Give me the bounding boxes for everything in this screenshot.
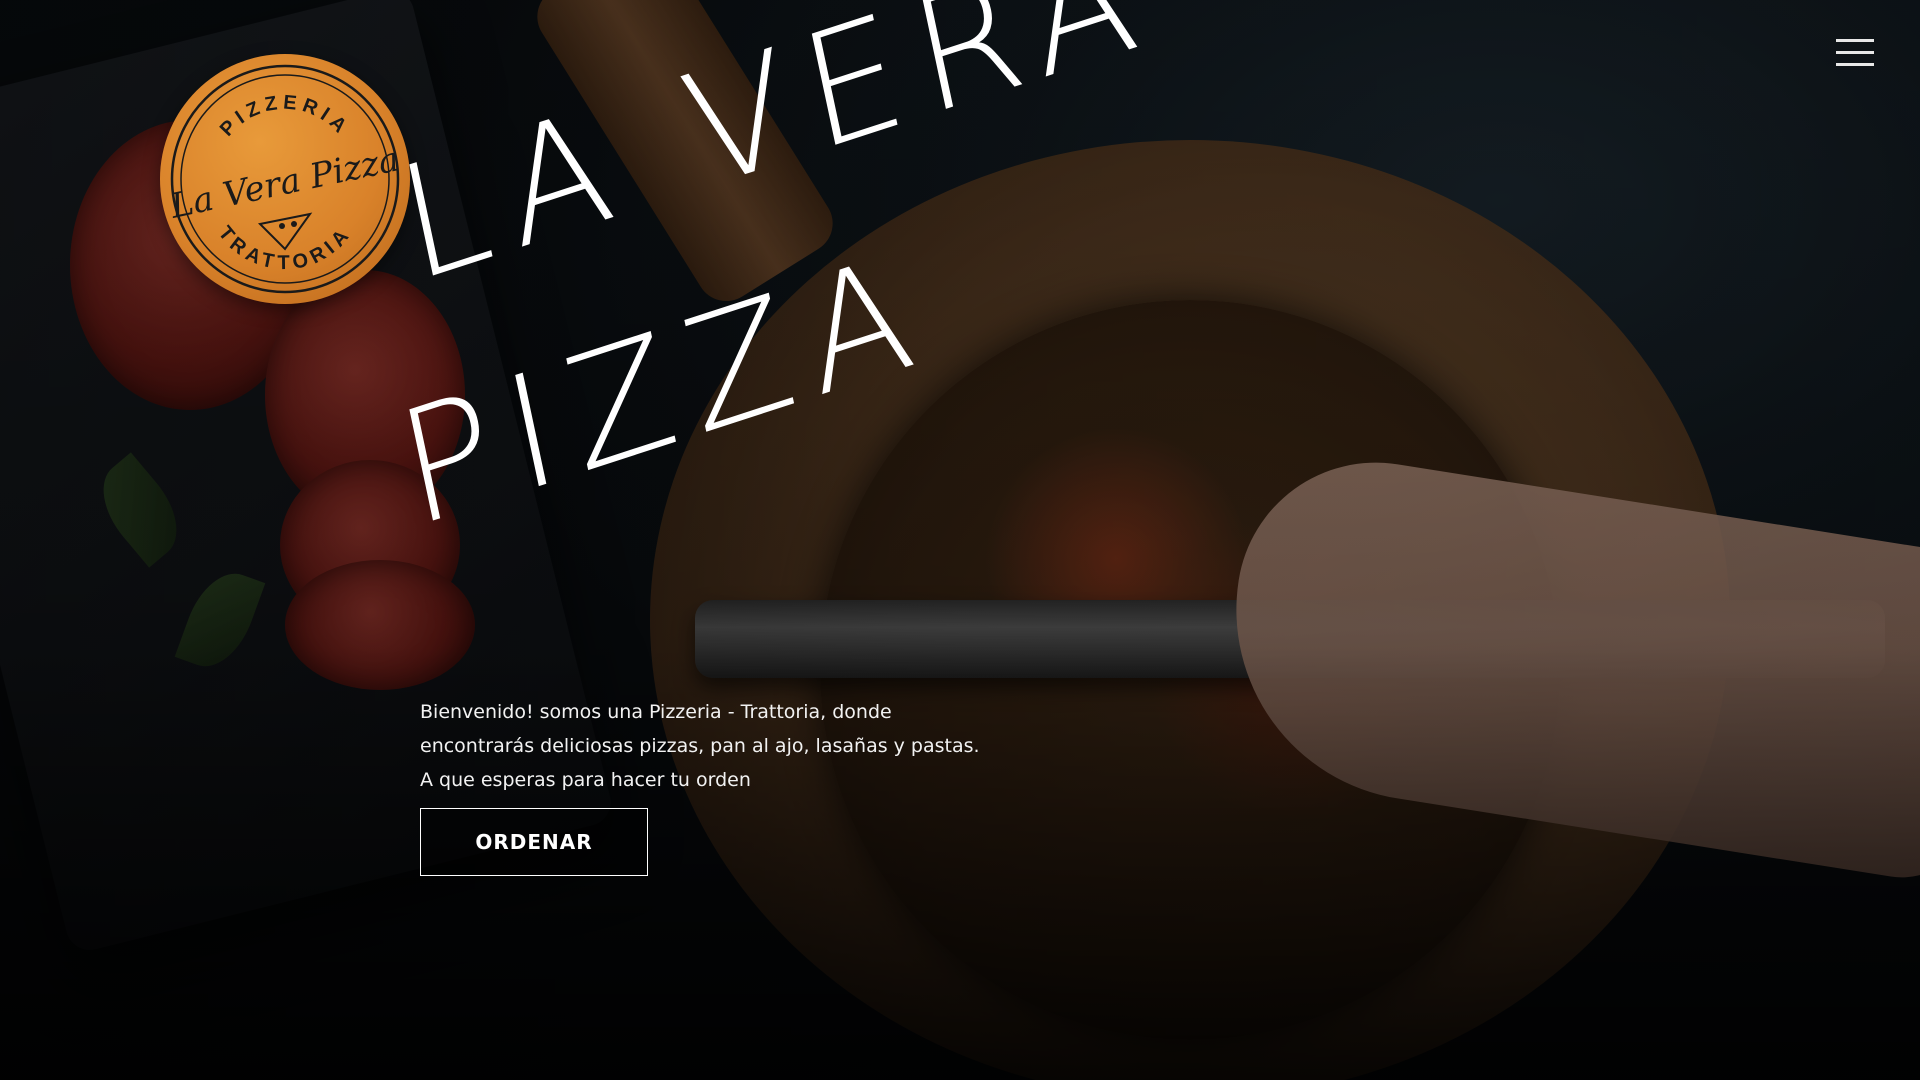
hamburger-menu-icon[interactable]	[1836, 36, 1876, 70]
hero-section: PIZZERIA TRATTORIA La Vera Pizza La Vera…	[0, 0, 1920, 1080]
svg-text:La Vera Pizza: La Vera Pizza	[166, 139, 403, 227]
logo-seal-icon: PIZZERIA TRATTORIA La Vera Pizza	[166, 64, 403, 294]
menu-bar	[1836, 39, 1874, 42]
svg-text:PIZZERIA: PIZZERIA	[216, 92, 354, 141]
hero-title: La Vera Pizza	[385, 0, 1220, 610]
brand-logo[interactable]: PIZZERIA TRATTORIA La Vera Pizza	[160, 54, 410, 304]
menu-bar	[1836, 63, 1874, 66]
menu-bar	[1836, 51, 1874, 54]
order-button[interactable]: ORDENAR	[420, 808, 648, 876]
hero-intro-text: Bienvenido! somos una Pizzeria - Trattor…	[420, 701, 980, 791]
